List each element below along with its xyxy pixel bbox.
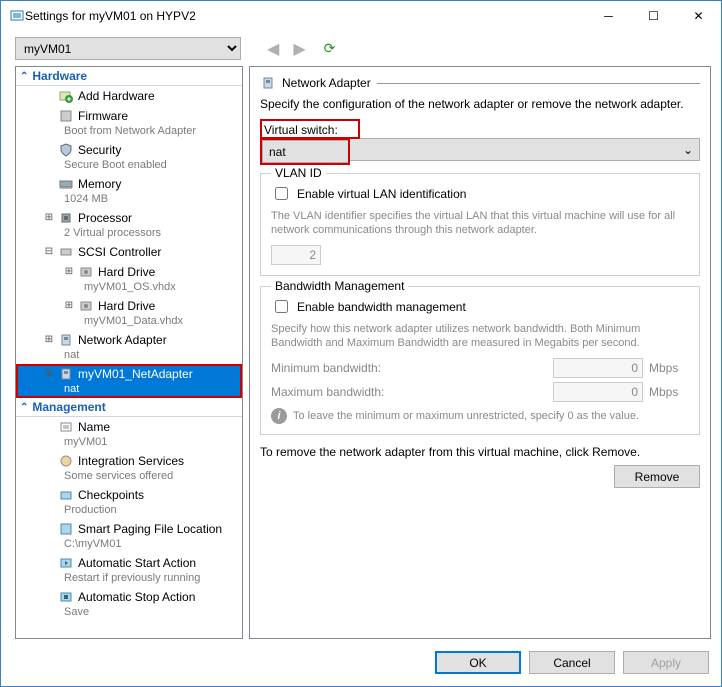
virtual-switch-dropdown[interactable]: ⌄	[350, 138, 700, 161]
nav-buttons: ◀ ▶ ⟳	[263, 39, 335, 59]
management-section-header[interactable]: ⌃ Management	[16, 398, 242, 417]
vlan-legend: VLAN ID	[271, 166, 326, 180]
network-icon	[260, 75, 276, 91]
min-bandwidth-input[interactable]	[553, 358, 643, 378]
vlan-enable-label: Enable virtual LAN identification	[297, 187, 466, 201]
disk-icon	[78, 264, 94, 280]
unit-label: Mbps	[649, 361, 689, 375]
tree-memory[interactable]: Memory 1024 MB	[16, 174, 242, 208]
tree-auto-start[interactable]: Automatic Start Action Restart if previo…	[16, 553, 242, 587]
name-icon	[58, 419, 74, 435]
vlan-id-input[interactable]	[271, 245, 321, 265]
start-icon	[58, 555, 74, 571]
bandwidth-legend: Bandwidth Management	[271, 279, 408, 293]
detail-pane: Network Adapter Specify the configuratio…	[249, 66, 711, 639]
tree-network-adapter-2[interactable]: ⊞myVM01_NetAdapter nat	[16, 364, 242, 398]
nav-forward-icon[interactable]: ▶	[289, 39, 309, 59]
expander-icon[interactable]: ⊞	[44, 333, 54, 347]
remove-button[interactable]: Remove	[614, 465, 700, 488]
app-icon	[9, 8, 25, 24]
detail-description: Specify the configuration of the network…	[260, 97, 700, 111]
body: ⌃ Hardware Add Hardware Firmware Boot fr…	[1, 60, 721, 643]
tree-security[interactable]: Security Secure Boot enabled	[16, 140, 242, 174]
tree-integration-services[interactable]: Integration Services Some services offer…	[16, 451, 242, 485]
network-icon	[58, 366, 74, 382]
vlan-enable-checkbox[interactable]	[275, 187, 288, 200]
virtual-switch-label: Virtual switch:	[264, 123, 338, 137]
expander-icon[interactable]: ⊞	[64, 299, 74, 313]
minimize-button[interactable]: ─	[586, 1, 631, 31]
tree-network-adapter-1[interactable]: ⊞Network Adapter nat	[16, 330, 242, 364]
close-button[interactable]: ✕	[676, 1, 721, 31]
hardware-label: Hardware	[32, 69, 87, 83]
firmware-icon	[58, 108, 74, 124]
hardware-section-header[interactable]: ⌃ Hardware	[16, 67, 242, 86]
bandwidth-help-text: Specify how this network adapter utilize…	[271, 322, 689, 350]
info-icon: i	[271, 408, 287, 424]
expander-icon[interactable]: ⊞	[44, 211, 54, 225]
toolbar: myVM01 ◀ ▶ ⟳	[1, 31, 721, 60]
ok-button[interactable]: OK	[435, 651, 521, 674]
tree-hard-drive-1[interactable]: ⊞Hard Drive myVM01_OS.vhdx	[16, 262, 242, 296]
network-icon	[58, 332, 74, 348]
tree-name[interactable]: Name myVM01	[16, 417, 242, 451]
paging-icon	[58, 521, 74, 537]
max-bandwidth-label: Maximum bandwidth:	[271, 385, 547, 399]
tree-hard-drive-2[interactable]: ⊞Hard Drive myVM01_Data.vhdx	[16, 296, 242, 330]
services-icon	[58, 453, 74, 469]
expander-icon[interactable]: ⊟	[44, 245, 54, 259]
management-label: Management	[32, 400, 105, 414]
shield-icon	[58, 142, 74, 158]
bandwidth-fieldset: Bandwidth Management Enable bandwidth ma…	[260, 286, 700, 435]
chevron-up-icon: ⌃	[20, 71, 28, 82]
expander-icon[interactable]: ⊞	[64, 265, 74, 279]
maximize-button[interactable]: ☐	[631, 1, 676, 31]
disk-icon	[78, 298, 94, 314]
virtual-switch-value-box: nat	[262, 140, 348, 163]
detail-title: Network Adapter	[282, 76, 371, 90]
settings-window: Settings for myVM01 on HYPV2 ─ ☐ ✕ myVM0…	[0, 0, 722, 687]
cpu-icon	[58, 210, 74, 226]
chevron-down-icon: ⌄	[683, 143, 693, 157]
window-title: Settings for myVM01 on HYPV2	[25, 9, 586, 23]
chevron-up-icon: ⌃	[20, 402, 28, 413]
max-bandwidth-input[interactable]	[553, 382, 643, 402]
tree-firmware[interactable]: Firmware Boot from Network Adapter	[16, 106, 242, 140]
controller-icon	[58, 244, 74, 260]
nav-back-icon[interactable]: ◀	[263, 39, 283, 59]
tree-checkpoints[interactable]: Checkpoints Production	[16, 485, 242, 519]
stop-icon	[58, 589, 74, 605]
titlebar: Settings for myVM01 on HYPV2 ─ ☐ ✕	[1, 1, 721, 31]
bandwidth-enable-checkbox[interactable]	[275, 300, 288, 313]
vm-selector[interactable]: myVM01	[15, 37, 241, 60]
memory-icon	[58, 176, 74, 192]
expander-icon[interactable]: ⊞	[44, 367, 54, 381]
refresh-icon[interactable]: ⟳	[324, 40, 336, 57]
apply-button[interactable]: Apply	[623, 651, 709, 674]
checkpoint-icon	[58, 487, 74, 503]
detail-header: Network Adapter	[260, 75, 700, 91]
min-bandwidth-label: Minimum bandwidth:	[271, 361, 547, 375]
cancel-button[interactable]: Cancel	[529, 651, 615, 674]
tree-smart-paging[interactable]: Smart Paging File Location C:\myVM01	[16, 519, 242, 553]
remove-description: To remove the network adapter from this …	[260, 445, 700, 459]
tree-scsi-controller[interactable]: ⊟SCSI Controller	[16, 242, 242, 262]
bandwidth-info-text: To leave the minimum or maximum unrestri…	[293, 409, 639, 423]
tree-auto-stop[interactable]: Automatic Stop Action Save	[16, 587, 242, 621]
divider	[377, 83, 700, 84]
dialog-footer: OK Cancel Apply	[1, 643, 721, 686]
settings-tree[interactable]: ⌃ Hardware Add Hardware Firmware Boot fr…	[15, 66, 243, 639]
vlan-help-text: The VLAN identifier specifies the virtua…	[271, 209, 689, 237]
tree-add-hardware[interactable]: Add Hardware	[16, 86, 242, 106]
bandwidth-enable-label: Enable bandwidth management	[297, 300, 466, 314]
unit-label: Mbps	[649, 385, 689, 399]
vlan-fieldset: VLAN ID Enable virtual LAN identificatio…	[260, 173, 700, 276]
add-icon	[58, 88, 74, 104]
tree-processor[interactable]: ⊞Processor 2 Virtual processors	[16, 208, 242, 242]
